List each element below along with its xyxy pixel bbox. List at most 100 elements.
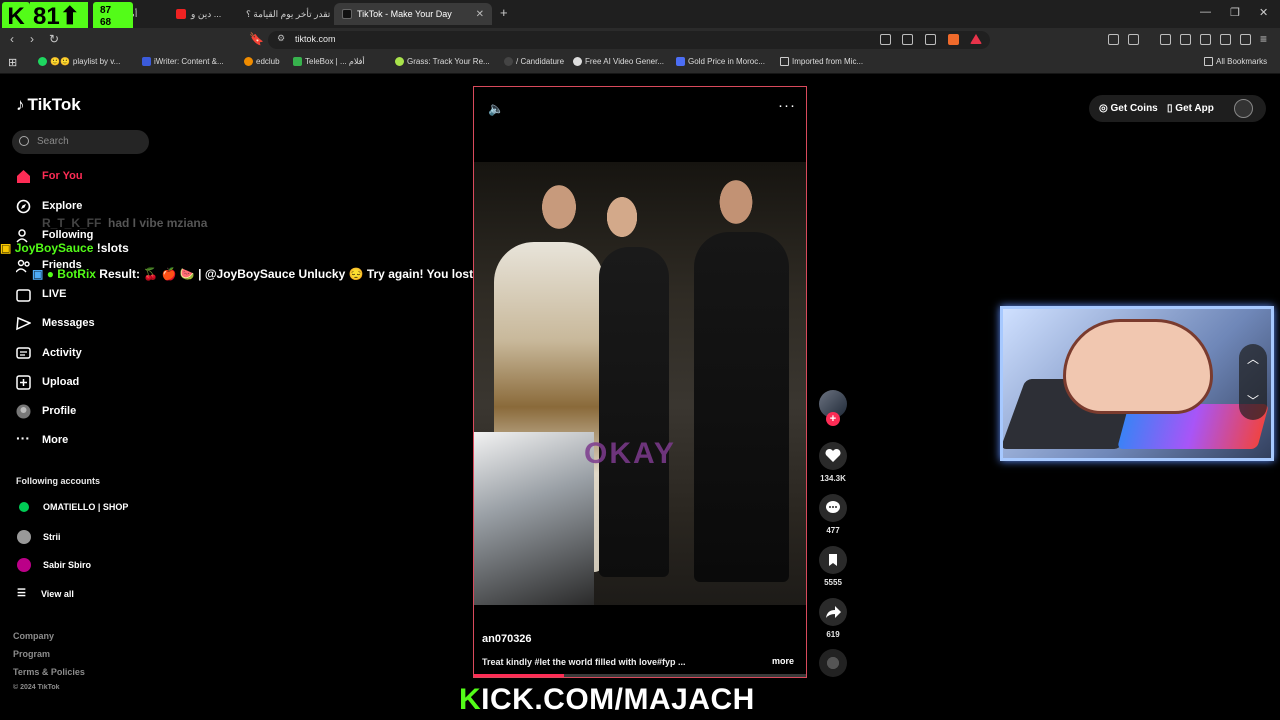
nav-profile[interactable]: Profile <box>16 401 76 421</box>
get-app-button[interactable]: ▯ Get App <box>1167 103 1214 114</box>
nav-for-you[interactable]: For You <box>16 166 83 186</box>
next-video-icon[interactable]: ﹀ <box>1247 392 1259 409</box>
media-icon[interactable] <box>1160 34 1171 45</box>
edclub-icon <box>244 57 253 66</box>
chat-bot-name-wrap: ● BotRix <box>46 267 96 281</box>
back-icon[interactable]: ‹ <box>10 32 14 46</box>
cast-icon[interactable] <box>902 34 913 45</box>
nav-live[interactable]: LIVE <box>16 284 66 304</box>
following-account[interactable]: OMATIELLO | SHOP <box>17 502 128 512</box>
view-all-link[interactable]: ☰ View all <box>17 588 74 599</box>
nav-messages[interactable]: Messages <box>16 313 95 333</box>
bookmark-icon <box>819 546 847 574</box>
extensions-menu-icon[interactable] <box>1108 34 1119 45</box>
brave-rewards-icon[interactable] <box>970 34 982 44</box>
tiktok-logo[interactable]: ♪ TikTok <box>16 95 81 115</box>
follower-count-top: 87 <box>100 5 112 16</box>
nav-label: Explore <box>42 200 83 212</box>
sidebar-icon[interactable] <box>1180 34 1191 45</box>
bookmark-label: / Candidature <box>516 57 565 66</box>
arrow-up-icon: ⬆ <box>59 3 80 30</box>
nav-explore[interactable]: Explore <box>16 196 82 216</box>
following-account[interactable]: Strii <box>17 530 61 544</box>
vpn-icon[interactable] <box>1240 34 1251 45</box>
caption-more-link[interactable]: more <box>772 656 794 666</box>
apps-grid-icon[interactable]: ⊞ <box>8 56 17 69</box>
follow-plus-icon[interactable]: + <box>826 412 840 426</box>
bookmark-page-icon[interactable]: 🔖 <box>249 32 264 46</box>
footer-company[interactable]: Company <box>13 631 54 641</box>
close-tab-icon[interactable]: ✕ <box>476 9 484 20</box>
youtube-icon <box>176 9 186 19</box>
like-button[interactable]: 134.3K <box>818 442 848 483</box>
search-icon <box>19 136 29 146</box>
browser-tab[interactable]: هل تقدر تأخر يوم القيامة ؟ <box>238 3 330 25</box>
comment-button[interactable]: 477 <box>818 494 848 535</box>
wallet-icon[interactable] <box>1200 34 1211 45</box>
chat-text: Result: 🍒 🍎 🍉 | @JoyBoySauce Unlucky 😔 T… <box>99 267 533 281</box>
bookmark-item[interactable]: Grass: Track Your Re... <box>395 57 490 66</box>
bookmark-item[interactable]: Imported from Mic... <box>780 57 863 66</box>
bookmark-item[interactable]: edclub <box>244 57 280 66</box>
share-icon[interactable] <box>925 34 936 45</box>
volume-icon[interactable]: 🔈 <box>488 101 504 117</box>
browser-tab[interactable]: دين و ... <box>168 3 234 25</box>
extension-icon[interactable] <box>880 34 891 45</box>
get-coins-button[interactable]: ◎ Get Coins <box>1099 103 1158 114</box>
chat-message: ▣ JoyBoySauce !slots <box>0 241 129 255</box>
browser-tab-active[interactable]: TikTok - Make Your Day ✕ <box>334 3 492 25</box>
footer-terms[interactable]: Terms & Policies <box>13 667 85 677</box>
nav-label: More <box>42 434 69 446</box>
bookmark-item[interactable]: TeleBox | ... أفلام <box>293 57 365 66</box>
folder-icon <box>1204 57 1213 66</box>
bookmarks-bar: ⊞ 🙂🙂 playlist by v... iWriter: Content &… <box>0 52 1280 74</box>
bookmark-item[interactable]: iWriter: Content &... <box>142 57 224 66</box>
activity-icon <box>16 346 31 361</box>
messages-icon <box>16 316 32 331</box>
bookmark-label: iWriter: Content &... <box>154 57 224 66</box>
new-tab-icon[interactable]: + <box>500 5 508 20</box>
video-player[interactable]: 🔈 ··· OKAY an070326 Treat kindly #let th… <box>473 86 807 678</box>
video-author[interactable]: an070326 <box>482 633 532 645</box>
minimize-icon[interactable]: — <box>1200 6 1211 18</box>
restore-icon[interactable]: ❐ <box>1230 6 1240 19</box>
share-count: 619 <box>826 630 840 639</box>
forward-icon[interactable]: › <box>30 32 34 46</box>
bookmark-item[interactable]: Free AI Video Gener... <box>573 57 664 66</box>
nav-activity[interactable]: Activity <box>16 343 82 363</box>
comment-icon <box>819 494 847 522</box>
video-more-icon[interactable]: ··· <box>778 97 796 114</box>
leo-ai-icon[interactable] <box>1220 34 1231 45</box>
save-button[interactable]: 5555 <box>818 546 848 587</box>
bookmark-item[interactable]: Gold Price in Moroc... <box>676 57 765 66</box>
chat-user-hidden-icon: R_T_K_FF <box>42 216 102 230</box>
nav-more[interactable]: ··· More <box>16 430 68 450</box>
search-input[interactable]: Search <box>12 130 149 154</box>
share-arrow-icon <box>819 598 847 626</box>
previous-video-icon[interactable]: ︿ <box>1247 350 1259 367</box>
share-button[interactable]: 619 <box>818 598 848 639</box>
browser-menu-icon[interactable]: ≡ <box>1260 32 1267 46</box>
logo-text: TikTok <box>27 95 81 114</box>
site-info-icon[interactable]: ⚙ <box>277 33 285 44</box>
video-caption: Treat kindly #let the world filled with … <box>482 657 686 667</box>
grass-icon <box>395 57 404 66</box>
brave-shield-icon[interactable] <box>948 34 959 45</box>
following-account[interactable]: Sabir Sbiro <box>17 558 91 572</box>
screenshot-icon[interactable] <box>1128 34 1139 45</box>
video-progress-bar[interactable] <box>474 674 806 677</box>
bookmark-item[interactable]: / Candidature <box>504 57 564 66</box>
user-avatar[interactable] <box>1234 99 1253 118</box>
creator-avatar[interactable]: + <box>818 390 848 432</box>
bookmark-label: All Bookmarks <box>1216 57 1268 66</box>
bookmark-item[interactable]: 🙂🙂 playlist by v... <box>38 57 120 66</box>
phone-icon: ▯ <box>1167 103 1173 114</box>
reload-icon[interactable]: ↻ <box>49 32 59 46</box>
bookmark-item[interactable]: All Bookmarks <box>1204 57 1267 66</box>
close-window-icon[interactable]: ✕ <box>1259 6 1268 19</box>
tab-label: دين و ... <box>191 8 222 19</box>
footer-program[interactable]: Program <box>13 649 50 659</box>
nav-upload[interactable]: Upload <box>16 372 79 392</box>
music-disc[interactable] <box>818 649 848 677</box>
save-count: 5555 <box>824 578 842 587</box>
